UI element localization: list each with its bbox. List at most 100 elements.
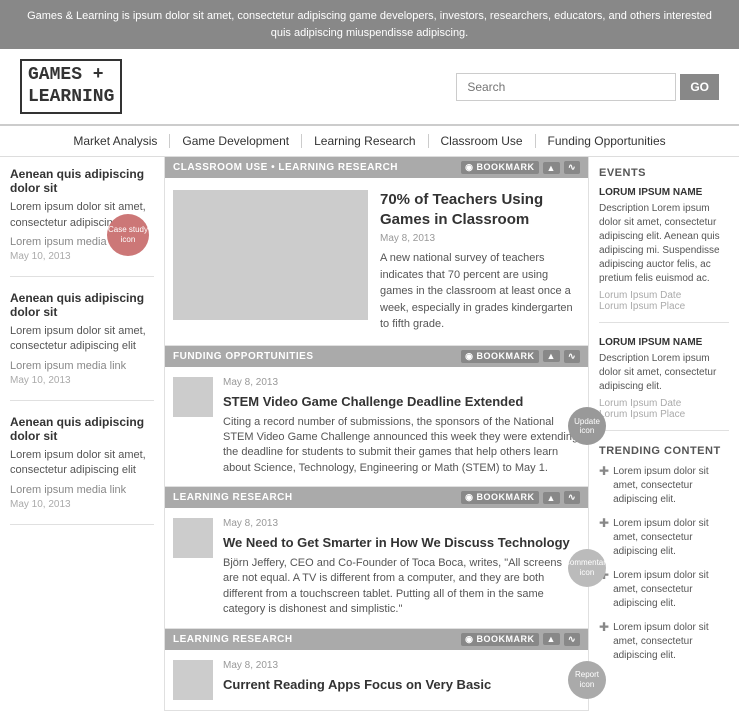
sidebar-card-3-date: May 10, 2013 bbox=[10, 499, 71, 510]
trending-plus-2: ✚ bbox=[599, 517, 609, 529]
share-icon-1[interactable]: ▲ bbox=[543, 162, 560, 174]
trending-block: TRENDING CONTENT ✚ Lorem ipsum dolor sit… bbox=[599, 445, 729, 663]
event-2-date: Lorum Ipsum Date bbox=[599, 398, 729, 409]
small-content-2: May 8, 2013 We Need to Get Smarter in Ho… bbox=[223, 518, 580, 617]
bookmark-icon-3[interactable]: ◉ BOOKMARK bbox=[461, 491, 538, 504]
top-banner: Games & Learning is ipsum dolor sit amet… bbox=[0, 0, 739, 49]
trending-plus-1: ✚ bbox=[599, 465, 609, 477]
event-1-desc: Description Lorem ipsum dolor sit amet, … bbox=[599, 202, 729, 286]
share-icon-2[interactable]: ▲ bbox=[543, 350, 560, 362]
section-header-classroom-learning-label: CLASSROOM USE • LEARNING RESEARCH bbox=[173, 162, 398, 173]
sidebar-card-1-title: Aenean quis adipiscing dolor sit bbox=[10, 167, 154, 195]
sidebar-card-1: Aenean quis adipiscing dolor sit Lorem i… bbox=[10, 167, 154, 277]
report-icon-label: Report icon bbox=[568, 670, 606, 689]
event-1-date: Lorum Ipsum Date bbox=[599, 290, 729, 301]
featured-article-1: 70% of Teachers Using Games in Classroom… bbox=[165, 178, 588, 346]
update-icon-label: Update icon bbox=[568, 417, 606, 436]
section-header-funding-label: FUNDING OPPORTUNITIES bbox=[173, 351, 314, 362]
share-icon-3[interactable]: ▲ bbox=[543, 492, 560, 504]
report-icon: Report icon bbox=[568, 661, 606, 699]
section-header-learning-research-2: LEARNING RESEARCH ◉ BOOKMARK ▲ ∿ bbox=[165, 629, 588, 650]
search-input[interactable] bbox=[456, 73, 676, 101]
rss-icon-2[interactable]: ∿ bbox=[564, 350, 580, 363]
event-2: LORUM IPSUM NAME Description Lorem ipsum… bbox=[599, 337, 729, 431]
logo[interactable]: GAMES + LEARNING bbox=[20, 59, 122, 114]
trending-item-4[interactable]: ✚ Lorem ipsum dolor sit amet, consectetu… bbox=[599, 621, 729, 663]
rss-icon-1[interactable]: ∿ bbox=[564, 161, 580, 174]
small-article-3: May 8, 2013 Current Reading Apps Focus o… bbox=[165, 650, 588, 711]
commentary-icon: Commentary icon bbox=[568, 549, 606, 587]
logo-line1: GAMES + bbox=[28, 65, 104, 85]
event-2-place: Lorum Ipsum Place bbox=[599, 409, 729, 420]
go-button[interactable]: GO bbox=[680, 74, 719, 100]
small-body-2: Björn Jeffery, CEO and Co-Founder of Toc… bbox=[223, 556, 580, 618]
trending-text-2: Lorem ipsum dolor sit amet, consectetur … bbox=[613, 517, 729, 559]
article-title-1[interactable]: 70% of Teachers Using Games in Classroom bbox=[380, 190, 580, 229]
event-2-desc: Description Lorem ipsum dolor sit amet, … bbox=[599, 352, 729, 394]
small-date-1: May 8, 2013 bbox=[223, 377, 580, 388]
small-date-2: May 8, 2013 bbox=[223, 518, 580, 529]
small-thumb-2 bbox=[173, 518, 213, 558]
section-icons-4: ◉ BOOKMARK ▲ ∿ bbox=[461, 633, 580, 646]
rss-icon-3[interactable]: ∿ bbox=[564, 491, 580, 504]
article-thumb-1 bbox=[173, 190, 368, 320]
section-header-learning-research-1: LEARNING RESEARCH ◉ BOOKMARK ▲ ∿ bbox=[165, 487, 588, 508]
bookmark-icon-1[interactable]: ◉ BOOKMARK bbox=[461, 161, 538, 174]
trending-text-4: Lorem ipsum dolor sit amet, consectetur … bbox=[613, 621, 729, 663]
sidebar-card-2-link[interactable]: Lorem ipsum media link bbox=[10, 360, 154, 372]
small-title-2[interactable]: We Need to Get Smarter in How We Discuss… bbox=[223, 535, 580, 552]
sidebar-card-1-date: May 10, 2013 bbox=[10, 251, 71, 262]
small-article-1: May 8, 2013 STEM Video Game Challenge De… bbox=[165, 367, 588, 487]
trending-item-3[interactable]: ✚ Lorem ipsum dolor sit amet, consectetu… bbox=[599, 569, 729, 611]
sidebar-card-2-title: Aenean quis adipiscing dolor sit bbox=[10, 291, 154, 319]
event-2-name: LORUM IPSUM NAME bbox=[599, 337, 729, 348]
section-header-lr2-label: LEARNING RESEARCH bbox=[173, 634, 293, 645]
sidebar-card-2-body: Lorem ipsum dolor sit amet, consectetur … bbox=[10, 324, 154, 355]
nav-item-classroom-use[interactable]: Classroom Use bbox=[429, 134, 536, 148]
bookmark-icon-2[interactable]: ◉ BOOKMARK bbox=[461, 350, 538, 363]
bookmark-icon-4[interactable]: ◉ BOOKMARK bbox=[461, 633, 538, 646]
article-body-1: A new national survey of teachers indica… bbox=[380, 250, 580, 333]
trending-plus-4: ✚ bbox=[599, 621, 609, 633]
small-content-3: May 8, 2013 Current Reading Apps Focus o… bbox=[223, 660, 580, 700]
sidebar-card-2-date: May 10, 2013 bbox=[10, 375, 71, 386]
article-date-1: May 8, 2013 bbox=[380, 233, 580, 244]
header: GAMES + LEARNING GO bbox=[0, 49, 739, 126]
banner-text: Games & Learning is ipsum dolor sit amet… bbox=[27, 10, 712, 39]
right-sidebar: EVENTS LORUM IPSUM NAME Description Lore… bbox=[589, 157, 739, 710]
case-study-label: Case study icon bbox=[107, 225, 149, 244]
update-icon: Update icon bbox=[568, 407, 606, 445]
trending-text-1: Lorem ipsum dolor sit amet, consectetur … bbox=[613, 465, 729, 507]
left-sidebar: Aenean quis adipiscing dolor sit Lorem i… bbox=[0, 157, 165, 710]
small-title-3[interactable]: Current Reading Apps Focus on Very Basic bbox=[223, 677, 580, 694]
search-area: GO bbox=[456, 73, 719, 101]
events-title: EVENTS bbox=[599, 167, 729, 179]
section-header-funding: FUNDING OPPORTUNITIES ◉ BOOKMARK ▲ ∿ bbox=[165, 346, 588, 367]
nav-item-learning-research[interactable]: Learning Research bbox=[302, 134, 428, 148]
case-study-icon: Case study icon bbox=[107, 214, 149, 256]
sidebar-card-3-title: Aenean quis adipiscing dolor sit bbox=[10, 415, 154, 443]
trending-title: TRENDING CONTENT bbox=[599, 445, 729, 457]
sidebar-card-3-link[interactable]: Lorem ipsum media link bbox=[10, 484, 154, 496]
nav-item-market-analysis[interactable]: Market Analysis bbox=[61, 134, 170, 148]
trending-item-1[interactable]: ✚ Lorem ipsum dolor sit amet, consectetu… bbox=[599, 465, 729, 507]
trending-item-2[interactable]: ✚ Lorem ipsum dolor sit amet, consectetu… bbox=[599, 517, 729, 559]
center-content: CLASSROOM USE • LEARNING RESEARCH ◉ BOOK… bbox=[165, 157, 589, 710]
small-article-2: May 8, 2013 We Need to Get Smarter in Ho… bbox=[165, 508, 588, 628]
sidebar-card-3: Aenean quis adipiscing dolor sit Lorem i… bbox=[10, 415, 154, 525]
nav-item-funding-opportunities[interactable]: Funding Opportunities bbox=[536, 134, 678, 148]
small-content-1: May 8, 2013 STEM Video Game Challenge De… bbox=[223, 377, 580, 476]
section-header-lr1-label: LEARNING RESEARCH bbox=[173, 492, 293, 503]
small-title-1[interactable]: STEM Video Game Challenge Deadline Exten… bbox=[223, 394, 580, 411]
article-content-1: 70% of Teachers Using Games in Classroom… bbox=[380, 190, 580, 333]
sidebar-card-2: Aenean quis adipiscing dolor sit Lorem i… bbox=[10, 291, 154, 401]
event-1-place: Lorum Ipsum Place bbox=[599, 301, 729, 312]
rss-icon-4[interactable]: ∿ bbox=[564, 633, 580, 646]
section-icons-3: ◉ BOOKMARK ▲ ∿ bbox=[461, 491, 580, 504]
trending-text-3: Lorem ipsum dolor sit amet, consectetur … bbox=[613, 569, 729, 611]
main-layout: Aenean quis adipiscing dolor sit Lorem i… bbox=[0, 157, 739, 710]
nav-item-game-development[interactable]: Game Development bbox=[170, 134, 302, 148]
share-icon-4[interactable]: ▲ bbox=[543, 633, 560, 645]
sidebar-card-3-body: Lorem ipsum dolor sit amet, consectetur … bbox=[10, 448, 154, 479]
section-icons-2: ◉ BOOKMARK ▲ ∿ bbox=[461, 350, 580, 363]
